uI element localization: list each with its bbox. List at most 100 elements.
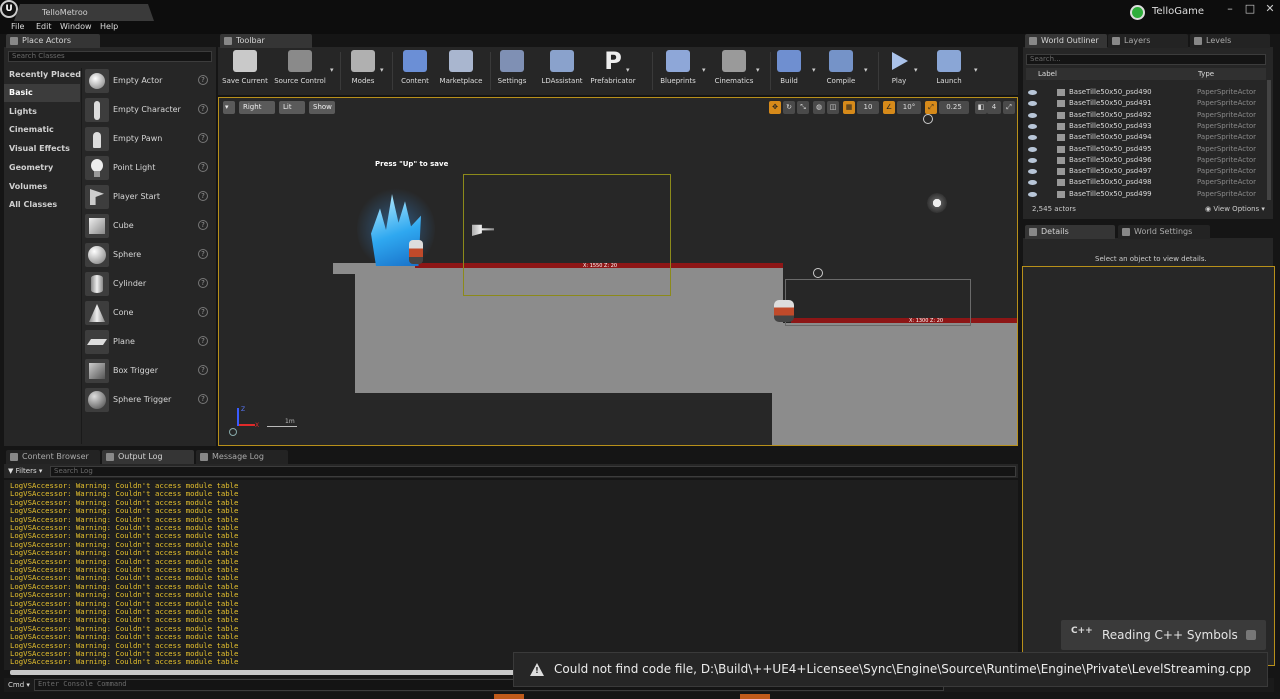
toolbar-compile-button[interactable]: Compile xyxy=(822,50,860,90)
translate-tool-icon[interactable]: ✥ xyxy=(769,101,781,114)
minimize-button[interactable]: – xyxy=(1222,2,1238,16)
actor-item-sphere-trigger[interactable]: Sphere Trigger? xyxy=(83,386,213,415)
grid-snap-icon[interactable]: ▦ xyxy=(843,101,855,114)
view-options-button[interactable]: ◉ View Options ▾ xyxy=(1205,205,1265,213)
document-tab[interactable]: TelloMetroo xyxy=(14,4,154,21)
tab-toolbar[interactable]: Toolbar xyxy=(220,34,312,48)
help-icon[interactable]: ? xyxy=(198,75,208,85)
toolbar-modes-button[interactable]: Modes xyxy=(344,50,382,90)
enemy-sprite[interactable] xyxy=(925,192,949,214)
maximize-button[interactable]: □ xyxy=(1242,2,1258,16)
menu-window[interactable]: Window xyxy=(60,22,92,31)
visibility-eye-icon[interactable] xyxy=(1028,157,1037,163)
toolbar-marketplace-button[interactable]: Marketplace xyxy=(438,50,484,90)
column-label[interactable]: Label xyxy=(1038,70,1057,78)
rotation-snap-icon[interactable]: ∠ xyxy=(883,101,895,114)
maximize-viewport-icon[interactable]: ⤢ xyxy=(1003,101,1015,114)
world-space-icon[interactable]: ◍ xyxy=(813,101,825,114)
viewport-options-dropdown[interactable]: ▾ xyxy=(223,101,235,114)
toolbar-blueprints-button[interactable]: Blueprints xyxy=(658,50,698,90)
actor-item-box-trigger[interactable]: Box Trigger? xyxy=(83,357,213,386)
toolbar-cinematics-button[interactable]: Cinematics xyxy=(712,50,756,90)
visibility-eye-icon[interactable] xyxy=(1028,135,1037,141)
category-lights[interactable]: Lights xyxy=(9,107,37,116)
toolbar-settings-button[interactable]: Settings xyxy=(494,50,530,90)
view-right-button[interactable]: Right xyxy=(239,101,275,114)
tab-details[interactable]: Details xyxy=(1025,225,1115,239)
tab-layers[interactable]: Layers xyxy=(1108,34,1188,48)
actor-item-empty-character[interactable]: Empty Character? xyxy=(83,96,213,125)
outliner-row[interactable]: BaseTille50x50_psd497 PaperSpriteActor xyxy=(1027,166,1265,177)
toolbar-content-button[interactable]: Content xyxy=(396,50,434,90)
actor-item-empty-pawn[interactable]: Empty Pawn? xyxy=(83,125,213,154)
toolbar-dropdown-arrow[interactable]: ▾ xyxy=(914,66,918,74)
rotate-tool-icon[interactable]: ↻ xyxy=(783,101,795,114)
actor-item-cylinder[interactable]: Cylinder? xyxy=(83,270,213,299)
outliner-scrollbar[interactable] xyxy=(1267,80,1271,200)
rotation-snap-value[interactable]: 10° xyxy=(897,101,921,114)
actor-item-plane[interactable]: Plane? xyxy=(83,328,213,357)
toolbar-dropdown-arrow[interactable]: ▾ xyxy=(626,66,630,74)
actor-item-cube[interactable]: Cube? xyxy=(83,212,213,241)
actor-item-empty-actor[interactable]: Empty Actor? xyxy=(83,67,213,96)
help-icon[interactable]: ? xyxy=(198,307,208,317)
player-character-2[interactable] xyxy=(774,300,794,322)
toolbar-build-button[interactable]: Build xyxy=(774,50,804,90)
scale-snap-value[interactable]: 0.25 xyxy=(939,101,969,114)
help-icon[interactable]: ? xyxy=(198,278,208,288)
category-all-classes[interactable]: All Classes xyxy=(9,200,57,209)
help-icon[interactable]: ? xyxy=(198,365,208,375)
grid-snap-value[interactable]: 10 xyxy=(857,101,879,114)
menu-file[interactable]: File xyxy=(11,22,24,31)
help-icon[interactable]: ? xyxy=(198,336,208,346)
visibility-eye-icon[interactable] xyxy=(1028,112,1037,118)
player-character[interactable] xyxy=(409,240,423,264)
help-icon[interactable]: ? xyxy=(198,104,208,114)
toolbar-save-current-button[interactable]: Save Current xyxy=(222,50,268,90)
close-button[interactable]: ✕ xyxy=(1262,2,1278,16)
column-type[interactable]: Type xyxy=(1198,70,1214,78)
outliner-search-input[interactable]: Search... xyxy=(1026,54,1266,65)
outliner-row[interactable]: BaseTille50x50_psd491 PaperSpriteActor xyxy=(1027,98,1265,109)
scale-snap-icon[interactable]: ⤢ xyxy=(925,101,937,114)
visibility-eye-icon[interactable] xyxy=(1028,146,1037,152)
tab-place-actors[interactable]: Place Actors xyxy=(6,34,100,48)
tab-levels[interactable]: Levels xyxy=(1190,34,1270,48)
level-viewport[interactable]: ▾ Right Lit Show ✥ ↻ ⤡ ◍ ◫ ▦ 10 ∠ 10° ⤢ … xyxy=(218,97,1018,446)
category-recently-placed[interactable]: Recently Placed xyxy=(9,70,81,79)
category-basic[interactable]: Basic xyxy=(4,84,80,102)
trigger-box-1[interactable] xyxy=(463,174,671,296)
toolbar-dropdown-arrow[interactable]: ▾ xyxy=(702,66,706,74)
visibility-eye-icon[interactable] xyxy=(1028,90,1037,95)
visibility-eye-icon[interactable] xyxy=(1028,180,1037,186)
help-icon[interactable]: ? xyxy=(198,133,208,143)
outliner-row[interactable]: BaseTille50x50_psd490 PaperSpriteActor xyxy=(1027,87,1265,98)
menu-edit[interactable]: Edit xyxy=(36,22,52,31)
help-icon[interactable]: ? xyxy=(198,220,208,230)
toolbar-dropdown-arrow[interactable]: ▾ xyxy=(812,66,816,74)
tab-message-log[interactable]: Message Log xyxy=(196,450,288,464)
visibility-eye-icon[interactable] xyxy=(1028,101,1037,107)
outliner-row[interactable]: BaseTille50x50_psd492 PaperSpriteActor xyxy=(1027,110,1265,121)
actor-item-player-start[interactable]: Player Start? xyxy=(83,183,213,212)
toolbar-dropdown-arrow[interactable]: ▾ xyxy=(864,66,868,74)
category-geometry[interactable]: Geometry xyxy=(9,163,53,172)
toolbar-ldassistant-button[interactable]: LDAssistant xyxy=(540,50,584,90)
outliner-row[interactable]: BaseTille50x50_psd499 PaperSpriteActor xyxy=(1027,189,1265,200)
outliner-row[interactable]: BaseTille50x50_psd494 PaperSpriteActor xyxy=(1027,132,1265,143)
help-icon[interactable]: ? xyxy=(198,191,208,201)
menu-help[interactable]: Help xyxy=(100,22,118,31)
visibility-eye-icon[interactable] xyxy=(1028,169,1037,175)
outliner-row[interactable]: BaseTille50x50_psd493 PaperSpriteActor xyxy=(1027,121,1265,132)
actor-item-cone[interactable]: Cone? xyxy=(83,299,213,328)
trigger-box-2[interactable] xyxy=(785,279,971,326)
toolbar-launch-button[interactable]: Launch xyxy=(930,50,968,90)
outliner-row[interactable]: BaseTille50x50_psd496 PaperSpriteActor xyxy=(1027,155,1265,166)
tab-world-outliner[interactable]: World Outliner xyxy=(1025,34,1107,48)
log-search-input[interactable]: Search Log xyxy=(50,466,1016,477)
console-cmd-dropdown[interactable]: Cmd ▾ xyxy=(8,681,30,689)
help-icon[interactable]: ? xyxy=(198,394,208,404)
surface-snap-icon[interactable]: ◫ xyxy=(827,101,839,114)
camera-speed-value[interactable]: 4 xyxy=(987,101,1001,114)
notification-checkbox-icon[interactable] xyxy=(1246,630,1256,640)
